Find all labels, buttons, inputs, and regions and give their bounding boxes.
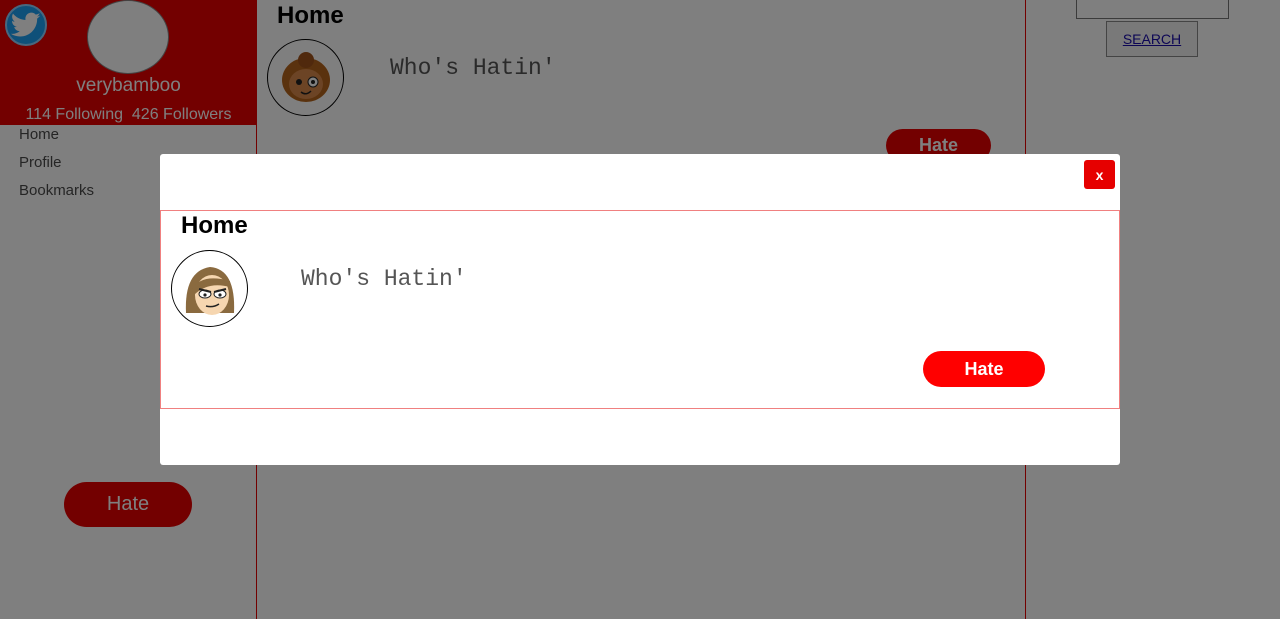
modal-tweet-text: Who's Hatin' [301, 266, 467, 292]
app-root: verybamboo 114 Following 426 Followers H… [0, 0, 1280, 619]
modal-tweet-card: Home Who's Hatin' Hate [160, 210, 1120, 409]
tweet-modal: x Home Who's Hatin' Hate [160, 154, 1120, 465]
modal-close-button[interactable]: x [1084, 160, 1115, 189]
modal-title: Home [181, 212, 248, 239]
modal-avatar[interactable] [171, 250, 248, 327]
modal-hate-button[interactable]: Hate [923, 351, 1045, 387]
